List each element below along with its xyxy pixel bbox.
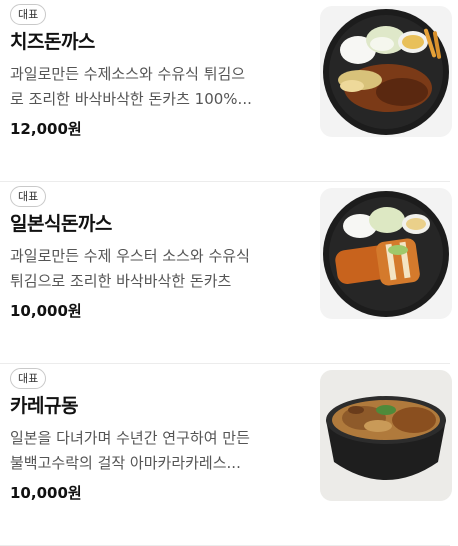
menu-item-price: 12,000원 bbox=[10, 120, 82, 138]
menu-item-cheese-tonkatsu[interactable]: 대표 치즈돈까스 과일로만든 수제소스와 수유식 튀김으 로 조리한 바삭바삭한… bbox=[0, 0, 452, 182]
signature-badge: 대표 bbox=[10, 368, 47, 389]
description-line: 과일로만든 수제 우스터 소스와 수유식 bbox=[10, 247, 250, 265]
menu-item-description: 과일로만든 수제소스와 수유식 튀김으 로 조리한 바삭바삭한 돈카츠 100%… bbox=[10, 62, 302, 112]
signature-badge: 대표 bbox=[10, 186, 47, 207]
menu-item-price: 10,000원 bbox=[10, 484, 82, 502]
menu-list: 대표 치즈돈까스 과일로만든 수제소스와 수유식 튀김으 로 조리한 바삭바삭한… bbox=[0, 0, 458, 546]
description-line: 과일로만든 수제소스와 수유식 튀김으 bbox=[10, 65, 246, 83]
menu-item-name: 일본식돈까스 bbox=[10, 213, 112, 235]
menu-item-description: 일본을 다녀가며 수년간 연구하여 만든 불백고수락의 걸작 아마카라카레스..… bbox=[10, 426, 302, 476]
description-line: 로 조리한 바삭바삭한 돈카츠 100%... bbox=[10, 90, 252, 108]
description-line: 튀김으로 조리한 바삭바삭한 돈카츠 bbox=[10, 272, 232, 290]
description-line: 일본을 다녀가며 수년간 연구하여 만든 bbox=[10, 429, 250, 447]
japanese-pork-cutlet-plate-icon bbox=[323, 191, 449, 317]
menu-item-japanese-tonkatsu[interactable]: 대표 일본식돈까스 과일로만든 수제 우스터 소스와 수유식 튀김으로 조리한 … bbox=[0, 182, 452, 364]
menu-item-photo[interactable] bbox=[320, 6, 452, 137]
menu-item-curry-gyudon[interactable]: 대표 카레규동 일본을 다녀가며 수년간 연구하여 만든 불백고수락의 걸작 아… bbox=[0, 364, 452, 546]
menu-item-photo[interactable] bbox=[320, 188, 452, 319]
menu-item-description: 과일로만든 수제 우스터 소스와 수유식 튀김으로 조리한 바삭바삭한 돈카츠 bbox=[10, 244, 302, 294]
menu-item-name: 카레규동 bbox=[10, 395, 78, 417]
description-line: 불백고수락의 걸작 아마카라카레스... bbox=[10, 454, 241, 472]
signature-badge: 대표 bbox=[10, 4, 47, 25]
curry-beef-bowl-icon bbox=[320, 370, 452, 501]
menu-item-name: 치즈돈까스 bbox=[10, 31, 95, 53]
menu-item-photo[interactable] bbox=[320, 370, 452, 501]
cheese-pork-cutlet-plate-icon bbox=[323, 9, 449, 135]
menu-item-price: 10,000원 bbox=[10, 302, 82, 320]
